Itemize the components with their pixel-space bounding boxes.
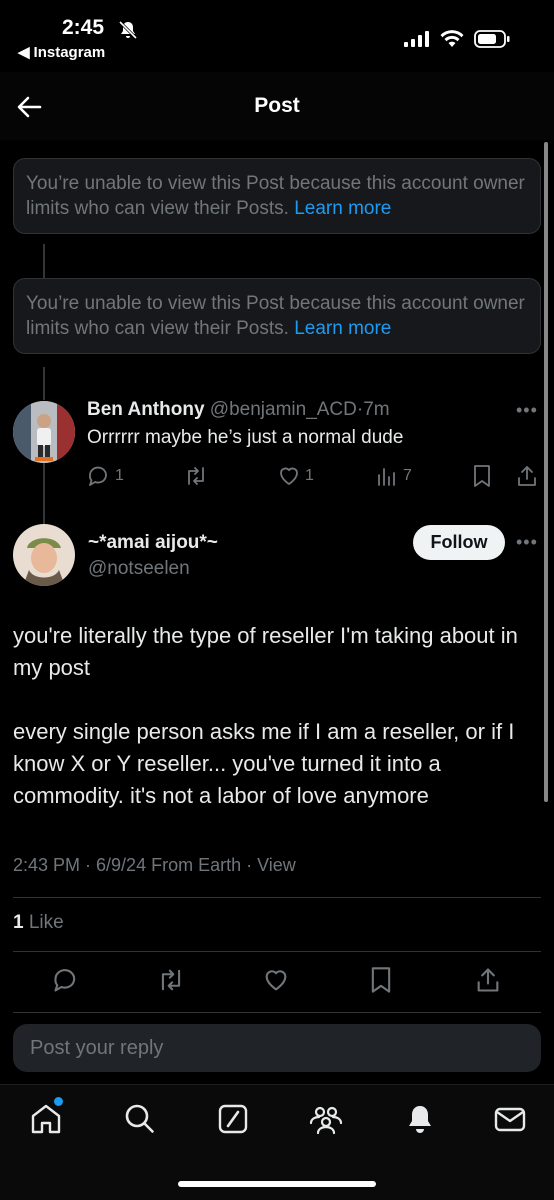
follow-button[interactable]: Follow <box>413 525 505 560</box>
views-button[interactable]: 7 <box>375 464 412 488</box>
reply-input[interactable]: Post your reply <box>13 1024 541 1072</box>
views-count: 7 <box>403 467 412 484</box>
top-header: Post <box>0 72 554 140</box>
page-title: Post <box>254 94 300 117</box>
divider <box>13 897 541 898</box>
post-body: you're literally the type of reseller I'… <box>13 620 543 812</box>
reply-button[interactable]: 1 <box>87 464 124 488</box>
avatar[interactable] <box>13 401 75 463</box>
back-app-label: Instagram <box>33 43 106 61</box>
more-options-icon[interactable]: ••• <box>516 532 538 553</box>
learn-more-link[interactable]: Learn more <box>294 318 391 339</box>
thread-line <box>43 367 45 400</box>
reply-author-handle[interactable]: @benjamin_ACD <box>210 399 357 420</box>
divider <box>13 951 541 952</box>
reply-text: Orrrrrr maybe he’s just a normal dude <box>87 427 404 448</box>
reply-time: 7m <box>363 399 390 420</box>
post-author-handle[interactable]: @notseelen <box>88 558 190 580</box>
likes-summary[interactable]: 1 Like <box>13 912 64 934</box>
share-icon[interactable] <box>474 966 502 994</box>
back-triangle-icon: ◀ <box>18 44 30 61</box>
bookmark-button[interactable] <box>471 464 493 488</box>
status-bar: 2:45 ◀ Instagram <box>0 0 554 72</box>
likes-count: 1 <box>13 912 24 933</box>
communities-icon[interactable] <box>308 1101 344 1137</box>
bookmark-icon[interactable] <box>368 966 394 994</box>
reply-action-row: 1 1 7 <box>87 464 547 492</box>
views-chart-icon <box>378 468 395 486</box>
notice-text: You’re unable to view this Post because … <box>26 173 525 219</box>
restricted-post-notice: You’re unable to view this Post because … <box>13 158 541 234</box>
restricted-post-notice: You’re unable to view this Post because … <box>13 278 541 354</box>
reply-count: 1 <box>115 467 124 484</box>
status-time: 2:45 <box>62 16 105 39</box>
post-paragraph: you're literally the type of reseller I'… <box>13 623 518 680</box>
notice-text: You’re unable to view this Post because … <box>26 293 525 339</box>
search-icon[interactable] <box>122 1101 158 1137</box>
share-button[interactable] <box>515 464 539 488</box>
comment-icon <box>89 466 107 486</box>
back-to-app-link[interactable]: ◀ Instagram <box>18 43 106 62</box>
post-meta: 2:43 PM · 6/9/24 From Earth · View <box>13 855 296 875</box>
like-count: 1 <box>305 467 314 484</box>
avatar[interactable] <box>13 524 75 586</box>
wifi-icon <box>440 30 464 47</box>
likes-label: Like <box>28 912 64 933</box>
comment-icon[interactable] <box>52 966 80 994</box>
repost-icon <box>188 467 204 485</box>
bell-off-icon <box>118 20 138 40</box>
thread-line <box>43 244 45 278</box>
avatar-image <box>13 401 75 463</box>
share-icon <box>518 466 536 486</box>
post-action-row <box>0 966 554 1002</box>
battery-icon <box>474 30 510 48</box>
grok-icon[interactable] <box>215 1101 251 1137</box>
divider <box>13 1012 541 1013</box>
avatar-image <box>13 524 75 586</box>
signal-icon <box>404 31 429 47</box>
repost-icon[interactable] <box>156 966 186 994</box>
notifications-icon[interactable] <box>402 1101 438 1137</box>
like-button[interactable]: 1 <box>277 464 314 488</box>
messages-icon[interactable] <box>492 1101 528 1137</box>
reply-author-line: Ben Anthony @benjamin_ACD·7m <box>87 399 390 421</box>
repost-button[interactable] <box>183 464 209 488</box>
status-icons <box>404 30 510 48</box>
thread-line <box>43 463 45 525</box>
more-options-icon[interactable]: ••• <box>516 400 538 421</box>
home-indicator[interactable] <box>178 1181 376 1187</box>
learn-more-link[interactable]: Learn more <box>294 198 391 219</box>
heart-icon <box>280 467 298 485</box>
home-icon[interactable] <box>28 1101 64 1137</box>
reply-author-name[interactable]: Ben Anthony <box>87 399 205 420</box>
bookmark-icon <box>474 465 490 487</box>
notification-dot <box>54 1097 63 1106</box>
heart-icon[interactable] <box>262 966 290 994</box>
post-author-name[interactable]: ~*amai aijou*~ <box>88 532 218 554</box>
post-paragraph: every single person asks me if I am a re… <box>13 719 515 808</box>
